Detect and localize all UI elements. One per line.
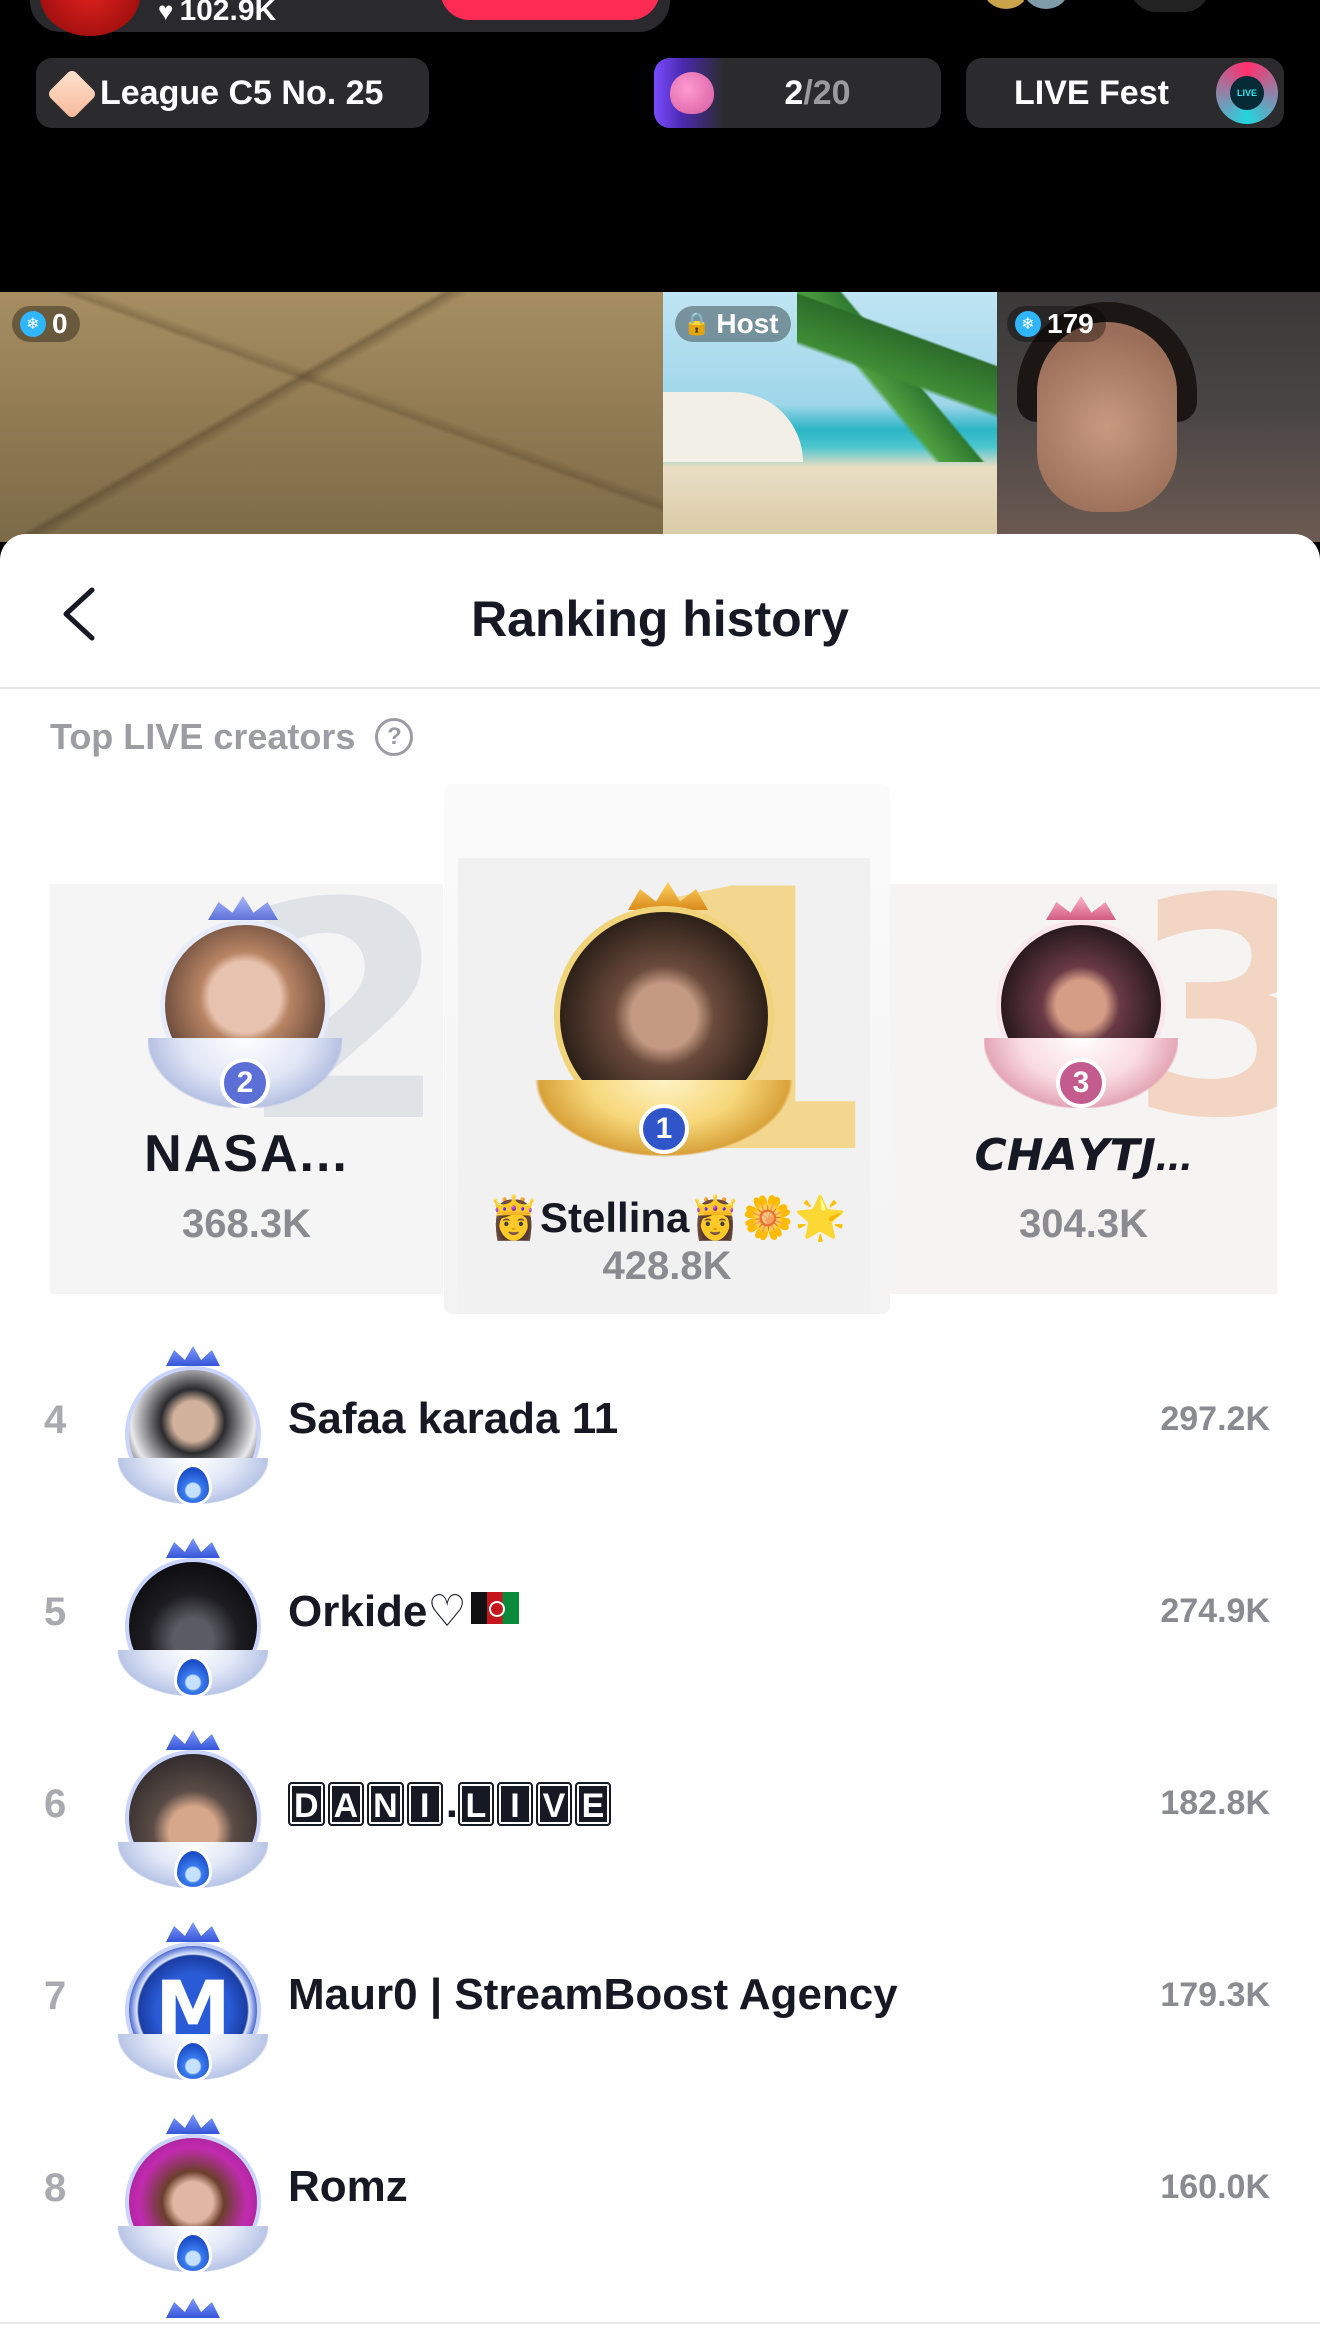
ranked-avatar[interactable] <box>118 1346 268 1516</box>
creator-name: Safaa karada 11 <box>288 1394 619 1443</box>
gem-icon <box>46 68 98 120</box>
guest-face <box>1037 322 1177 512</box>
sheet-header: Ranking history <box>0 534 1320 689</box>
creator-name: Orkide♡ <box>288 1586 519 1637</box>
guest-video-tile-2[interactable]: ❄ 179 <box>997 292 1320 542</box>
bottom-divider <box>0 2322 1320 2324</box>
creator-score: 182.8K <box>1160 1784 1270 1822</box>
creator-name: Romz <box>288 2162 408 2211</box>
live-fest-label: LIVE Fest <box>1014 73 1169 112</box>
creator-score: 297.2K <box>1160 1400 1270 1438</box>
crown-icon <box>166 1538 220 1558</box>
question-circle-icon[interactable]: ? <box>375 718 414 756</box>
flame-icon <box>174 1848 212 1890</box>
rank-badge: 1 <box>639 1104 689 1154</box>
flame-icon <box>174 2232 212 2274</box>
creator-name-boxed: DANI.LIVE <box>288 1778 614 1828</box>
league-label: League C5 No. 25 <box>100 73 384 112</box>
league-chip[interactable]: League C5 No. 25 <box>36 58 429 128</box>
host-video-tile[interactable]: 🔒 Host <box>663 292 997 542</box>
progress-total: /20 <box>803 73 851 112</box>
likes-count: ♥ 102.9K <box>158 0 276 28</box>
creator-score: 160.0K <box>1160 2168 1270 2206</box>
creator-name: Maur0 | StreamBoost Agency <box>288 1970 898 2019</box>
rank-number: 6 <box>44 1782 67 1826</box>
score-tag-2: ❄ 179 <box>1007 306 1106 342</box>
ranked-avatar[interactable] <box>118 1538 268 1708</box>
rank-number: 4 <box>44 1398 67 1442</box>
crown-icon <box>166 1922 220 1942</box>
podium-score: 368.3K <box>182 1202 311 1246</box>
crown-icon <box>166 2114 220 2134</box>
rank-badge: 2 <box>220 1058 270 1108</box>
live-screen: ♥ 102.9K League C5 No. 25 2/20 LIVE Fest … <box>0 0 1320 2346</box>
ranking-row[interactable]: 4 Safaa karada 11 297.2K <box>0 1334 1320 1526</box>
live-fest-badge-icon: LIVE <box>1216 62 1278 124</box>
ranking-row[interactable]: 6 DANI.LIVE 182.8K <box>0 1718 1320 1910</box>
creator-score: 179.3K <box>1160 1976 1270 2014</box>
podium-name: NASA... <box>144 1125 349 1183</box>
heart-gift-icon <box>670 72 714 114</box>
rank-number: 7 <box>44 1974 67 2018</box>
live-fest-chip[interactable]: LIVE Fest LIVE <box>966 58 1284 128</box>
live-top-bar: ♥ 102.9K League C5 No. 25 2/20 LIVE Fest … <box>0 0 1320 292</box>
rank-number: 5 <box>44 1590 67 1634</box>
score-dot-icon: ❄ <box>20 311 46 337</box>
creator-score: 274.9K <box>1160 1592 1270 1630</box>
podium-card-rank-3[interactable]: 3 3 𝘾𝙃𝘼𝙔𝙏𝙅... 304.3K <box>890 884 1277 1294</box>
podium-score: 428.8K <box>602 1244 732 1288</box>
ranked-avatar[interactable] <box>118 2114 268 2284</box>
score-dot-icon: ❄ <box>1015 311 1041 337</box>
podium-name: 𝘾𝙃𝘼𝙔𝙏𝙅... <box>974 1131 1193 1180</box>
host-icon: 🔒 <box>683 311 711 336</box>
section-label: Top LIVE creators ? <box>50 716 414 758</box>
ranking-history-sheet: Ranking history Top LIVE creators ? 2 2 … <box>0 534 1320 2346</box>
progress-current: 2 <box>784 73 804 112</box>
crown-icon <box>166 1346 220 1366</box>
palm-image <box>797 292 997 462</box>
flame-icon <box>174 1464 212 1506</box>
sheet-title: Ranking history <box>471 591 849 647</box>
ranked-avatar[interactable] <box>118 1730 268 1900</box>
viewer-avatars[interactable] <box>980 0 1080 12</box>
viewer-avatar[interactable] <box>1020 0 1072 12</box>
crown-icon <box>1046 896 1116 920</box>
crown-icon <box>166 2298 220 2318</box>
score-tag: ❄ 0 <box>12 306 80 342</box>
podium-card-rank-2[interactable]: 2 2 NASA... 368.3K <box>50 884 443 1294</box>
guest-video-tile[interactable]: ❄ 0 <box>0 292 663 542</box>
flame-icon <box>174 1656 212 1698</box>
follow-button[interactable] <box>440 0 660 20</box>
podium-score: 304.3K <box>1019 1202 1148 1246</box>
goal-progress-chip[interactable]: 2/20 <box>654 58 941 128</box>
crown-icon <box>166 1730 220 1750</box>
flame-icon <box>174 2040 212 2082</box>
ranking-row[interactable]: 7 M Maur0 | StreamBoost Agency 179.3K <box>0 1910 1320 2102</box>
podium-name: 👸Stellina👸🌼🌟 <box>487 1194 847 1241</box>
ranking-row[interactable]: 5 Orkide♡ 274.9K <box>0 1526 1320 1718</box>
viewer-count-pill[interactable] <box>1130 0 1210 12</box>
ranking-row[interactable]: 8 Romz 160.0K <box>0 2102 1320 2294</box>
heart-icon: ♥ <box>158 0 174 26</box>
umbrella-image <box>663 392 803 462</box>
ranked-avatar[interactable]: M <box>118 1922 268 2092</box>
host-tag: 🔒 Host <box>675 306 791 342</box>
afghanistan-flag-icon <box>470 1592 519 1624</box>
rank-number: 8 <box>44 2166 67 2210</box>
podium-card-rank-1[interactable]: 1 1 👸Stellina👸🌼🌟 428.8K <box>444 784 890 1314</box>
rank-badge: 3 <box>1056 1058 1106 1108</box>
